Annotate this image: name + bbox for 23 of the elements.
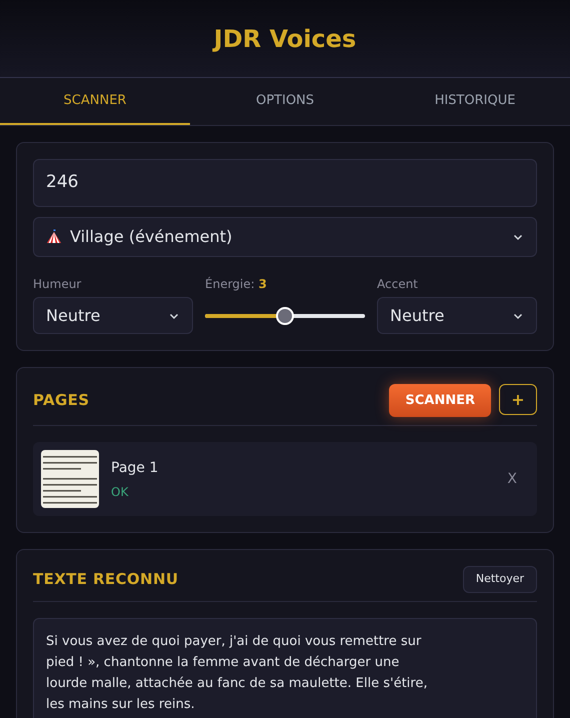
recognized-text-area[interactable]: Si vous avez de quoi payer, j'ai de quoi vous remettre sur pied ! », chantonne la femme avant de décharger une lourde malle, attachée au fanc de sa maulette. Elle s'étire, les mains sur les reins. xyxy=(33,618,537,718)
accent-label: Accent xyxy=(377,276,419,293)
energy-slider[interactable] xyxy=(205,306,365,324)
clean-button[interactable]: Nettoyer xyxy=(462,566,537,593)
tab[interactable]: SCANNER xyxy=(0,78,190,125)
page-item[interactable]: Page 1 OK X xyxy=(33,442,537,516)
remove-button[interactable]: X xyxy=(495,468,529,490)
app-title: JDR Voices xyxy=(214,24,356,54)
mood-label: Humeur xyxy=(33,276,82,293)
tab[interactable]: OPTIONS xyxy=(190,78,380,125)
tent-icon xyxy=(46,229,62,245)
text-title: TEXTE RECONNU xyxy=(33,569,178,590)
pages-title: PAGES xyxy=(33,390,90,412)
mood-select[interactable]: Neutre xyxy=(33,297,193,334)
accent-select[interactable]: Neutre xyxy=(377,297,537,334)
scene-select[interactable]: Village (événement) xyxy=(33,217,537,257)
scanner-button[interactable]: SCANNER xyxy=(389,384,491,417)
page-name: Page 1 xyxy=(111,458,160,478)
energy-label: Énergie: 3 xyxy=(205,276,268,293)
tab[interactable]: HISTORIQUE xyxy=(380,78,570,125)
page-status: OK xyxy=(111,484,130,500)
number-field[interactable]: 246 xyxy=(33,159,537,207)
add-button[interactable]: + xyxy=(499,384,537,415)
